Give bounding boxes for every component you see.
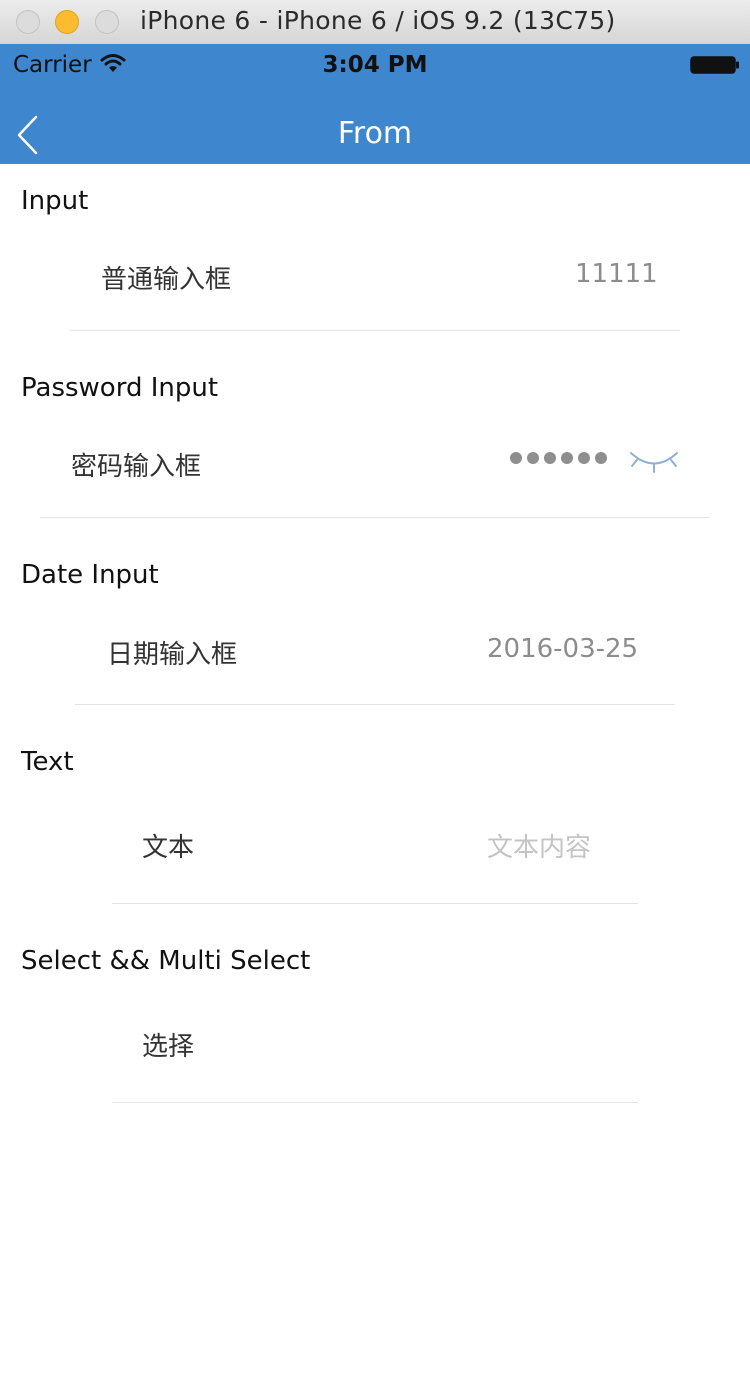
date-field-label: 日期输入框 — [107, 640, 238, 670]
password-dot — [527, 452, 539, 464]
password-field[interactable] — [510, 452, 607, 464]
password-dot — [544, 452, 556, 464]
text-field-label: 文本 — [142, 833, 195, 863]
eye-closed-icon[interactable] — [628, 446, 680, 476]
battery-icon — [690, 56, 739, 74]
password-field-label: 密码输入框 — [71, 452, 202, 482]
window-close-button[interactable] — [16, 10, 40, 34]
password-dot — [595, 452, 607, 464]
password-dot — [510, 452, 522, 464]
date-field[interactable]: 2016-03-25 — [487, 634, 638, 664]
input-field-label: 普通输入框 — [101, 265, 232, 295]
password-dot — [561, 452, 573, 464]
section-title-date: Date Input — [21, 560, 159, 590]
nav-title: From — [337, 116, 413, 151]
section-title-input: Input — [21, 186, 89, 216]
window-title: iPhone 6 - iPhone 6 / iOS 9.2 (13C75) — [140, 6, 616, 35]
section-title-select: Select && Multi Select — [21, 946, 311, 976]
input-divider — [70, 330, 680, 331]
window-zoom-button[interactable] — [95, 10, 119, 34]
password-divider — [40, 517, 710, 518]
section-title-text: Text — [21, 747, 74, 777]
date-divider — [75, 704, 675, 705]
window-minimize-button[interactable] — [55, 10, 79, 34]
text-divider — [112, 903, 638, 904]
section-title-password: Password Input — [21, 373, 219, 403]
simulator-title-bar: iPhone 6 - iPhone 6 / iOS 9.2 (13C75) — [0, 0, 750, 45]
text-content-field[interactable]: 文本内容 — [487, 827, 591, 864]
status-time: 3:04 PM — [322, 52, 428, 78]
input-field[interactable]: 11111 — [575, 259, 658, 289]
navigation-bar: Carrier 3:04 PM From — [0, 44, 750, 164]
password-dot — [578, 452, 590, 464]
select-divider — [112, 1102, 638, 1103]
select-field[interactable]: 选择 — [142, 1026, 194, 1063]
